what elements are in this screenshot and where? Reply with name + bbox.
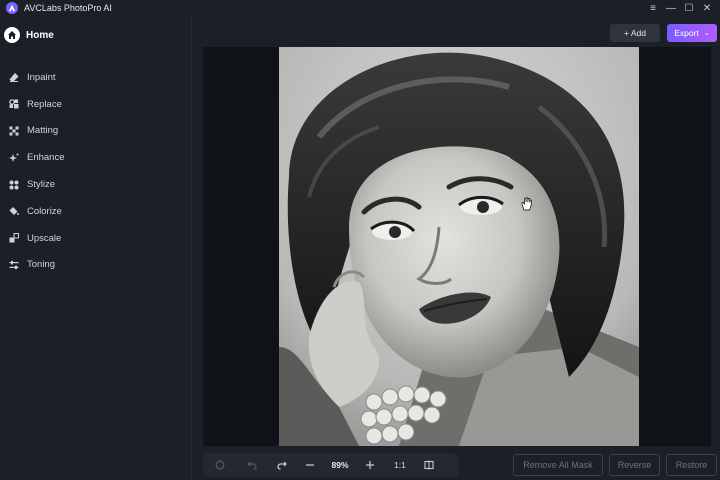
sidebar-item-label: Toning [27,259,55,271]
reset-icon[interactable] [203,453,237,477]
reverse-button[interactable]: Reverse [609,454,660,476]
bottom-toolbar: 89% 1:1 [203,453,458,477]
sidebar-item-label: Replace [27,98,62,110]
sidebar-item-enhance[interactable]: Enhance [0,144,192,171]
sparkle-icon [9,153,19,163]
zoom-level: 89% [323,453,357,477]
sidebar-item-home[interactable]: Home [4,23,54,47]
home-icon [4,27,20,43]
zoom-out-icon[interactable] [297,453,323,477]
zoom-value: 89% [331,460,349,470]
redo-icon[interactable] [267,453,297,477]
sidebar-item-matting[interactable]: Matting [0,118,192,145]
sidebar-item-label: Inpaint [27,71,56,83]
app-logo-icon [6,2,18,14]
sidebar-item-label: Enhance [27,152,65,164]
title-bar: AVCLabs PhotoPro AI ≡ — ☐ ✕ [0,0,720,16]
restore-button[interactable]: Restore [666,454,717,476]
eraser-icon [9,72,19,83]
compare-icon[interactable] [417,453,441,477]
sidebar-item-label: Upscale [27,232,62,244]
sidebar-item-toning[interactable]: Toning [0,252,192,279]
maximize-icon[interactable]: ☐ [680,0,698,16]
replace-icon [9,99,19,109]
portrait-photo[interactable] [279,47,639,446]
sidebar-item-label: Stylize [27,179,55,191]
chevron-down-icon: ⌄ [703,30,710,37]
sidebar-item-label: Colorize [27,205,62,217]
zoom-in-icon[interactable] [357,453,383,477]
sidebar-item-stylize[interactable]: Stylize [0,171,192,198]
sidebar-item-replace[interactable]: Replace [0,91,192,118]
hand-cursor-icon [521,197,533,214]
restore-label: Restore [675,460,708,470]
sidebar: Home Inpaint Replace Matting Enhance Sty… [0,16,192,480]
minimize-icon[interactable]: — [662,0,680,16]
paint-bucket-icon [9,206,19,216]
remove-all-mask-button[interactable]: Remove All Mask [513,454,603,476]
sidebar-nav: Inpaint Replace Matting Enhance Stylize [0,64,192,278]
export-button-label: Export [674,28,699,38]
sliders-icon [9,260,19,270]
close-icon[interactable]: ✕ [698,0,716,16]
add-button-label: + Add [624,28,646,38]
image-canvas[interactable] [203,47,711,446]
sidebar-item-inpaint[interactable]: Inpaint [0,64,192,91]
menu-icon[interactable]: ≡ [644,0,662,16]
sidebar-item-colorize[interactable]: Colorize [0,198,192,225]
remove-all-mask-label: Remove All Mask [523,460,593,470]
actual-size-button[interactable]: 1:1 [383,453,417,477]
home-label: Home [26,29,54,41]
undo-icon[interactable] [237,453,267,477]
add-button[interactable]: + Add [610,24,660,42]
matting-icon [9,126,19,136]
upscale-icon [9,233,19,243]
stylize-icon [9,180,19,190]
reverse-label: Reverse [617,460,652,470]
app-title: AVCLabs PhotoPro AI [24,3,112,13]
sidebar-item-label: Matting [27,125,59,137]
actual-size-label: 1:1 [394,460,406,470]
sidebar-item-upscale[interactable]: Upscale [0,225,192,252]
export-button[interactable]: Export ⌄ [667,24,717,42]
